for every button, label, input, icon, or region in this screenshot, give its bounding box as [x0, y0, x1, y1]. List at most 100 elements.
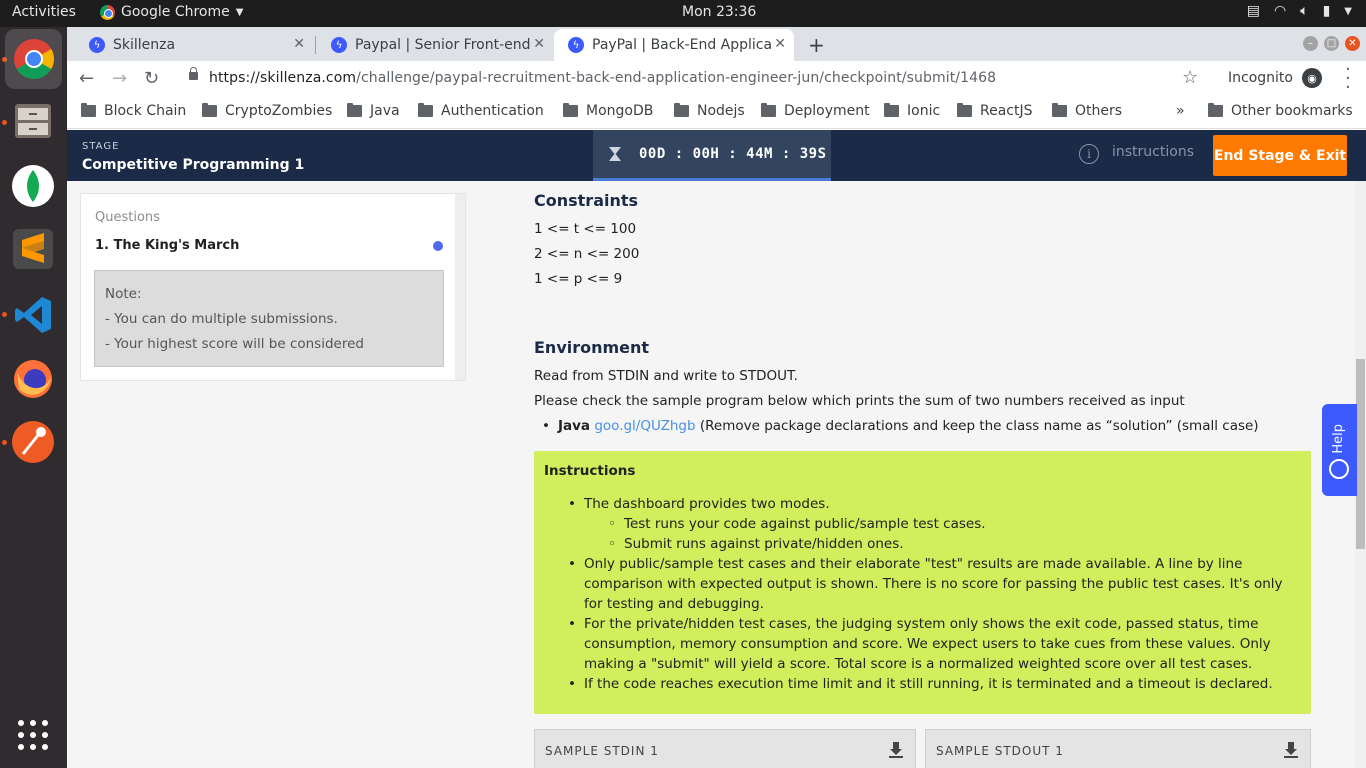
maximize-button[interactable]: □: [1324, 36, 1339, 51]
new-tab-button[interactable]: +: [808, 33, 825, 57]
chevron-down-icon: ▼: [1344, 5, 1352, 17]
show-applications-button[interactable]: [18, 720, 48, 750]
dock-firefox[interactable]: [9, 355, 57, 403]
reload-icon[interactable]: ↻: [144, 68, 159, 89]
scrollbar-thumb[interactable]: [1356, 359, 1365, 549]
close-icon[interactable]: ✕: [293, 36, 305, 52]
bookmark-folder[interactable]: Java: [347, 103, 400, 119]
wifi-icon: ◠: [1273, 3, 1287, 19]
bookmark-folder[interactable]: CryptoZombies: [202, 103, 332, 119]
instruction-item: The dashboard provides two modes.: [568, 494, 1304, 514]
end-stage-button[interactable]: End Stage & Exit: [1213, 135, 1347, 176]
dock-postman[interactable]: [9, 418, 57, 466]
skillenza-favicon-icon: ϟ: [568, 37, 584, 53]
instruction-subitem: Submit runs against private/hidden ones.: [608, 534, 1304, 554]
dock-vscode[interactable]: [9, 291, 57, 339]
folder-icon: [202, 103, 217, 117]
dock-chrome[interactable]: [5, 29, 62, 89]
tab-title: Skillenza: [113, 37, 176, 53]
close-window-button[interactable]: ✕: [1345, 36, 1360, 51]
bookmark-folder[interactable]: Block Chain: [81, 103, 186, 119]
address-bar[interactable]: https://skillenza.com/challenge/paypal-r…: [209, 70, 996, 86]
questions-panel: Questions 1. The King's March Note: - Yo…: [80, 193, 466, 381]
system-tray[interactable]: ▤ ◠ 🔈︎ ▮ ▼: [1247, 3, 1352, 19]
instruction-item: For the private/hidden test cases, the j…: [568, 614, 1304, 674]
sample-stdout-panel[interactable]: SAMPLE STDOUT 1: [925, 729, 1311, 768]
help-tab[interactable]: Help: [1322, 404, 1357, 496]
mongodb-leaf-icon: [12, 165, 54, 207]
tab-skillenza[interactable]: ϟ Skillenza ✕: [75, 29, 313, 61]
bookmark-label: Ionic: [907, 103, 941, 119]
folder-icon: [81, 103, 96, 117]
chrome-icon: [13, 39, 54, 79]
sample-stdin-label: SAMPLE STDIN 1: [545, 744, 659, 758]
download-icon[interactable]: [889, 742, 903, 758]
note-line: - You can do multiple submissions.: [105, 311, 338, 327]
bullet: •: [542, 418, 550, 434]
question-item[interactable]: 1. The King's March: [95, 238, 239, 253]
tab-paypal-backend[interactable]: ϟ PayPal | Back-End Applica ✕: [554, 29, 794, 61]
folder-icon: [761, 103, 776, 117]
sublime-text-icon: [13, 229, 53, 269]
bookmark-folder[interactable]: Deployment: [761, 103, 870, 119]
minimize-button[interactable]: –: [1303, 36, 1318, 51]
instructions-box: Instructions The dashboard provides two …: [534, 451, 1311, 714]
instructions-link[interactable]: instructions: [1112, 144, 1194, 160]
url-path: /challenge/paypal-recruitment-back-end-a…: [356, 70, 997, 86]
dock-files[interactable]: [9, 97, 57, 145]
folder-icon: [563, 103, 578, 117]
download-icon[interactable]: [1284, 742, 1298, 758]
bookmark-star-icon[interactable]: ☆: [1182, 67, 1198, 88]
back-arrow-icon[interactable]: ←: [79, 68, 94, 89]
java-note: (Remove package declarations and keep th…: [699, 418, 1259, 434]
chrome-icon: [100, 4, 115, 20]
bookmark-folder[interactable]: Others: [1052, 103, 1122, 119]
lock-icon[interactable]: [189, 67, 198, 80]
bookmark-folder[interactable]: Ionic: [884, 103, 940, 119]
skillenza-favicon-icon: ϟ: [89, 37, 105, 53]
folder-icon: [884, 103, 899, 117]
url-domain: https://skillenza.com: [209, 70, 357, 86]
constraints-heading: Constraints: [534, 191, 639, 210]
page-body: Questions 1. The King's March Note: - Yo…: [67, 181, 1366, 768]
bookmark-label: ReactJS: [980, 103, 1033, 119]
tab-title: PayPal | Back-End Applica: [592, 37, 773, 53]
keyboard-icon: ▤: [1246, 3, 1260, 19]
app-menu-label: Google Chrome: [121, 4, 230, 20]
note-title: Note:: [105, 286, 142, 302]
browser-toolbar: ← → ↻ https://skillenza.com/challenge/pa…: [67, 61, 1366, 97]
note-box: Note: - You can do multiple submissions.…: [94, 270, 444, 367]
bookmark-label: Block Chain: [104, 103, 187, 119]
bookmark-folder[interactable]: ReactJS: [957, 103, 1033, 119]
bookmark-folder[interactable]: Authentication: [418, 103, 544, 119]
other-bookmarks[interactable]: Other bookmarks: [1208, 103, 1353, 119]
close-icon[interactable]: ✕: [774, 36, 786, 52]
more-menu-icon[interactable]: · · ·: [1345, 61, 1351, 97]
stage-label: STAGE: [82, 141, 120, 152]
countdown-timer: 00D : 00H : 44M : 39S: [593, 130, 831, 181]
instruction-subitem: Test runs your code against public/sampl…: [608, 514, 1304, 534]
system-top-bar: Activities Google Chrome ▼ Mon 23:36 ▤ ◠…: [0, 0, 1366, 27]
forward-arrow-icon[interactable]: →: [112, 68, 127, 89]
clock[interactable]: Mon 23:36: [682, 4, 756, 20]
questions-heading: Questions: [95, 210, 160, 225]
caret-down-icon: ▼: [235, 6, 244, 18]
bookmarks-bar: Block Chain CryptoZombies Java Authentic…: [67, 97, 1366, 129]
dock-sublime[interactable]: [9, 225, 57, 273]
dock-mongodb-compass[interactable]: [9, 162, 57, 210]
close-icon[interactable]: ✕: [533, 36, 545, 52]
info-icon[interactable]: i: [1079, 144, 1099, 164]
file-cabinet-icon: [15, 104, 51, 138]
sample-stdin-panel[interactable]: SAMPLE STDIN 1: [534, 729, 916, 768]
app-menu[interactable]: Google Chrome ▼: [100, 4, 243, 20]
bookmark-label: Authentication: [441, 103, 544, 119]
bookmark-folder[interactable]: MongoDB: [563, 103, 653, 119]
constraint-line: 1 <= t <= 100: [534, 221, 637, 237]
incognito-icon[interactable]: ◉: [1302, 68, 1322, 88]
activities-button[interactable]: Activities: [12, 4, 76, 20]
bookmark-folder[interactable]: Nodejs: [674, 103, 745, 119]
tab-paypal-frontend[interactable]: ϟ Paypal | Senior Front-end ✕: [317, 29, 553, 61]
panel-scrollbar[interactable]: [455, 194, 465, 380]
more-bookmarks-chevron-icon[interactable]: »: [1176, 103, 1185, 119]
java-sample-link[interactable]: goo.gl/QUZhgb: [594, 418, 695, 434]
